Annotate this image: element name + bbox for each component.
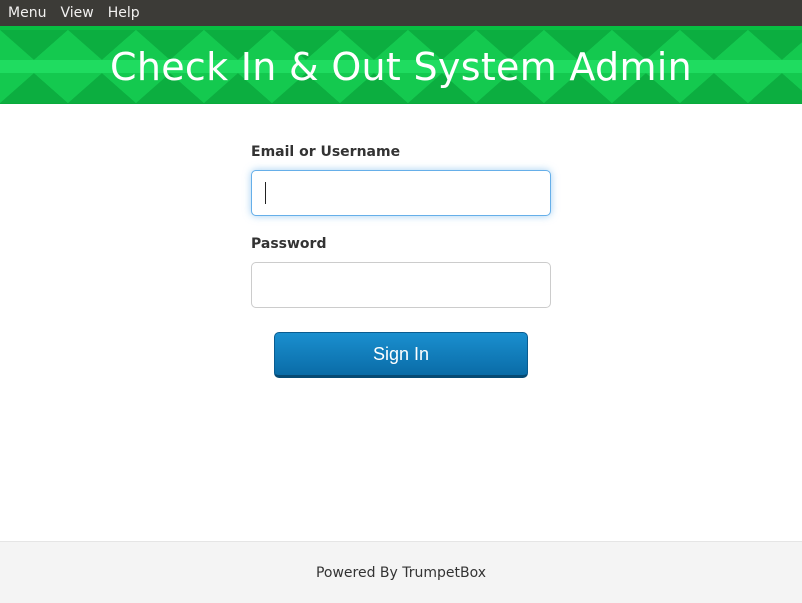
menubar-item-view[interactable]: View	[60, 5, 93, 21]
app-menubar: Menu View Help	[0, 0, 802, 26]
footer-text: Powered By TrumpetBox	[316, 565, 486, 581]
signin-button[interactable]: Sign In	[274, 332, 528, 378]
login-form: Email or Username Password Sign In	[251, 144, 551, 378]
page-title: Check In & Out System Admin	[110, 45, 692, 89]
menubar-item-help[interactable]: Help	[108, 5, 140, 21]
footer: Powered By TrumpetBox	[0, 541, 802, 603]
menubar-item-menu[interactable]: Menu	[8, 5, 46, 21]
email-label: Email or Username	[251, 144, 551, 160]
login-panel: Email or Username Password Sign In	[0, 104, 802, 541]
password-field[interactable]	[251, 262, 551, 308]
email-field[interactable]	[251, 170, 551, 216]
app-banner: Check In & Out System Admin	[0, 26, 802, 104]
password-label: Password	[251, 236, 551, 252]
